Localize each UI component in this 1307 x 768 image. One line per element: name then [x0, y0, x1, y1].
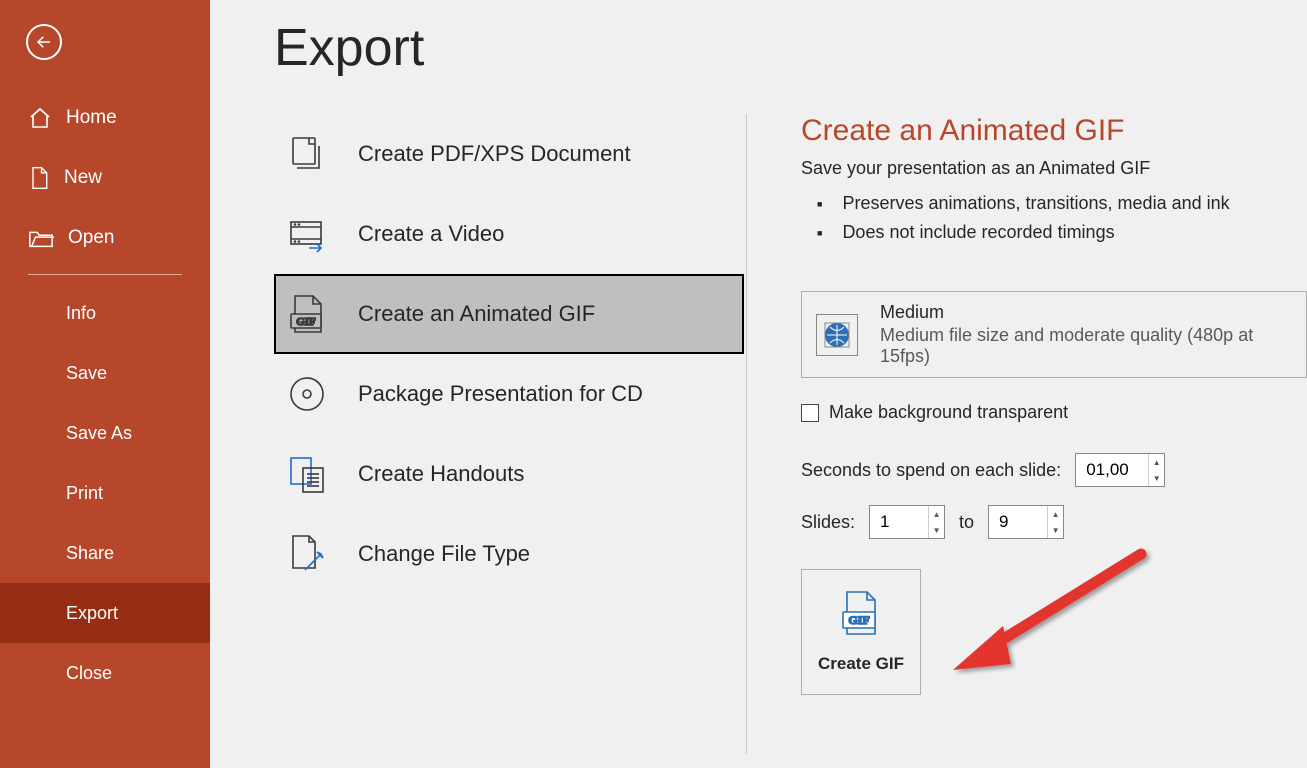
cd-icon — [284, 371, 330, 417]
export-type-list: Create PDF/XPS Document Create a — [274, 114, 744, 768]
nav-home[interactable]: Home — [0, 88, 210, 148]
bullet-item: Preserves animations, transitions, media… — [817, 189, 1307, 218]
gif-file-icon: GIF — [284, 291, 330, 337]
panel-title: Create an Animated GIF — [801, 114, 1307, 148]
nav-export[interactable]: Export — [0, 583, 210, 643]
slides-to-spinner[interactable]: ▲ ▼ — [988, 505, 1064, 539]
sidebar-divider — [28, 274, 182, 275]
export-item-label: Create a Video — [358, 221, 504, 247]
export-video[interactable]: Create a Video — [274, 194, 744, 274]
annotation-arrow-icon — [941, 544, 1161, 684]
export-change-file-type[interactable]: Change File Type — [274, 514, 744, 594]
nav-info[interactable]: Info — [0, 283, 210, 343]
export-handouts[interactable]: Create Handouts — [274, 434, 744, 514]
nav-new[interactable]: New — [0, 148, 210, 208]
nav-label: New — [64, 167, 102, 189]
transparent-bg-checkbox-row[interactable]: Make background transparent — [801, 402, 1307, 423]
export-item-label: Change File Type — [358, 541, 530, 567]
svg-text:GIF: GIF — [296, 316, 316, 328]
slides-to-label: to — [959, 512, 974, 533]
quality-text: Medium Medium file size and moderate qua… — [880, 302, 1292, 367]
seconds-spinner[interactable]: ▲ ▼ — [1075, 453, 1165, 487]
seconds-label: Seconds to spend on each slide: — [801, 460, 1061, 481]
spinner-down-icon[interactable]: ▼ — [929, 522, 944, 538]
back-button[interactable] — [26, 24, 62, 60]
nav-save[interactable]: Save — [0, 343, 210, 403]
export-detail-panel: Create an Animated GIF Save your present… — [801, 114, 1307, 768]
nav-close[interactable]: Close — [0, 643, 210, 703]
quality-icon — [816, 314, 858, 356]
feature-bullets: Preserves animations, transitions, media… — [801, 189, 1307, 247]
export-item-label: Create PDF/XPS Document — [358, 141, 631, 167]
svg-text:GIF: GIF — [848, 613, 869, 627]
folder-open-icon — [28, 227, 54, 249]
gif-file-icon: GIF — [839, 590, 883, 642]
backstage-sidebar: Home New Open Info Save Save As Print Sh… — [0, 0, 210, 768]
nav-label: Print — [66, 483, 103, 504]
export-item-label: Create an Animated GIF — [358, 301, 595, 327]
checkbox-icon[interactable] — [801, 404, 819, 422]
home-icon — [28, 106, 52, 130]
new-file-icon — [28, 166, 50, 190]
create-gif-button[interactable]: GIF Create GIF — [801, 569, 921, 695]
nav-open[interactable]: Open — [0, 208, 210, 268]
video-icon — [284, 211, 330, 257]
export-item-label: Create Handouts — [358, 461, 524, 487]
handouts-icon — [284, 451, 330, 497]
spinner-down-icon[interactable]: ▼ — [1048, 522, 1063, 538]
slides-label: Slides: — [801, 512, 855, 533]
slides-from-input[interactable] — [870, 506, 928, 538]
nav-label: Home — [66, 107, 117, 129]
nav-share[interactable]: Share — [0, 523, 210, 583]
vertical-divider — [746, 114, 747, 754]
create-gif-label: Create GIF — [818, 654, 904, 674]
change-file-type-icon — [284, 531, 330, 577]
nav-label: Close — [66, 663, 112, 684]
pdf-document-icon — [284, 131, 330, 177]
checkbox-label: Make background transparent — [829, 402, 1068, 423]
page-title: Export — [274, 18, 1307, 78]
main-area: Export Create PDF/XPS Document — [210, 0, 1307, 768]
export-pdf-xps[interactable]: Create PDF/XPS Document — [274, 114, 744, 194]
nav-label: Export — [66, 603, 118, 624]
nav-label: Share — [66, 543, 114, 564]
export-animated-gif[interactable]: GIF Create an Animated GIF — [274, 274, 744, 354]
slides-from-spinner[interactable]: ▲ ▼ — [869, 505, 945, 539]
nav-label: Save As — [66, 423, 132, 444]
seconds-per-slide-row: Seconds to spend on each slide: ▲ ▼ — [801, 453, 1307, 487]
nav-print[interactable]: Print — [0, 463, 210, 523]
nav-label: Open — [68, 227, 114, 249]
bullet-item: Does not include recorded timings — [817, 218, 1307, 247]
nav-save-as[interactable]: Save As — [0, 403, 210, 463]
nav-label: Save — [66, 363, 107, 384]
panel-subtitle: Save your presentation as an Animated GI… — [801, 158, 1307, 179]
quality-dropdown[interactable]: Medium Medium file size and moderate qua… — [801, 291, 1307, 378]
nav-label: Info — [66, 303, 96, 324]
slides-to-input[interactable] — [989, 506, 1047, 538]
spinner-up-icon[interactable]: ▲ — [929, 506, 944, 522]
export-package-cd[interactable]: Package Presentation for CD — [274, 354, 744, 434]
seconds-input[interactable] — [1076, 454, 1148, 486]
quality-description: Medium file size and moderate quality (4… — [880, 325, 1292, 367]
spinner-down-icon[interactable]: ▼ — [1149, 470, 1164, 486]
export-item-label: Package Presentation for CD — [358, 381, 643, 407]
quality-label: Medium — [880, 302, 1292, 323]
back-arrow-icon — [35, 33, 53, 51]
spinner-up-icon[interactable]: ▲ — [1048, 506, 1063, 522]
spinner-up-icon[interactable]: ▲ — [1149, 454, 1164, 470]
columns: Create PDF/XPS Document Create a — [274, 114, 1307, 768]
slides-range-row: Slides: ▲ ▼ to ▲ ▼ — [801, 505, 1307, 539]
